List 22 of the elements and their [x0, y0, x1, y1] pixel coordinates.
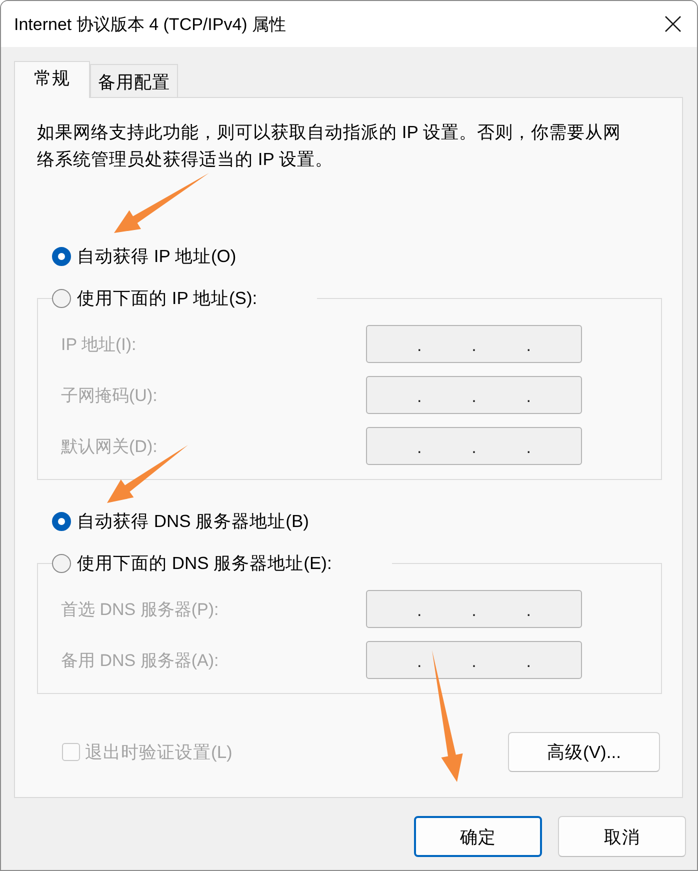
- advanced-button[interactable]: 高级(V)...: [508, 732, 660, 772]
- field-label: 默认网关(D):: [61, 436, 158, 458]
- field-label: 首选 DNS 服务器(P):: [61, 598, 219, 620]
- description-text: 如果网络支持此功能，则可以获取自动指派的 IP 设置。否则，你需要从网络系统管理员处获得适当的 IP 设置。: [37, 121, 622, 171]
- radio-label[interactable]: 使用下面的 IP 地址(S):: [77, 286, 258, 310]
- radio-button[interactable]: [52, 246, 71, 266]
- ok-button[interactable]: 确定: [414, 816, 542, 857]
- radio-button[interactable]: [52, 288, 71, 308]
- field-label: 子网掩码(U):: [61, 384, 158, 406]
- radio-label[interactable]: 自动获得 DNS 服务器地址(B): [77, 509, 309, 533]
- cancel-button[interactable]: 取消: [558, 816, 686, 857]
- radio-button[interactable]: [52, 512, 71, 530]
- radio-label[interactable]: 自动获得 IP 地址(O): [77, 244, 236, 268]
- tab[interactable]: 备用配置: [90, 64, 178, 97]
- radio-button[interactable]: [52, 554, 71, 572]
- close-icon: [665, 16, 681, 32]
- field-label: IP 地址(I):: [61, 334, 136, 356]
- tab[interactable]: 常规: [14, 61, 90, 98]
- radio-label[interactable]: 使用下面的 DNS 服务器地址(E):: [77, 551, 332, 575]
- window-title: Internet 协议版本 4 (TCP/IPv4) 属性: [14, 14, 286, 36]
- close-button[interactable]: [665, 16, 681, 32]
- field-label: 备用 DNS 服务器(A):: [61, 650, 219, 672]
